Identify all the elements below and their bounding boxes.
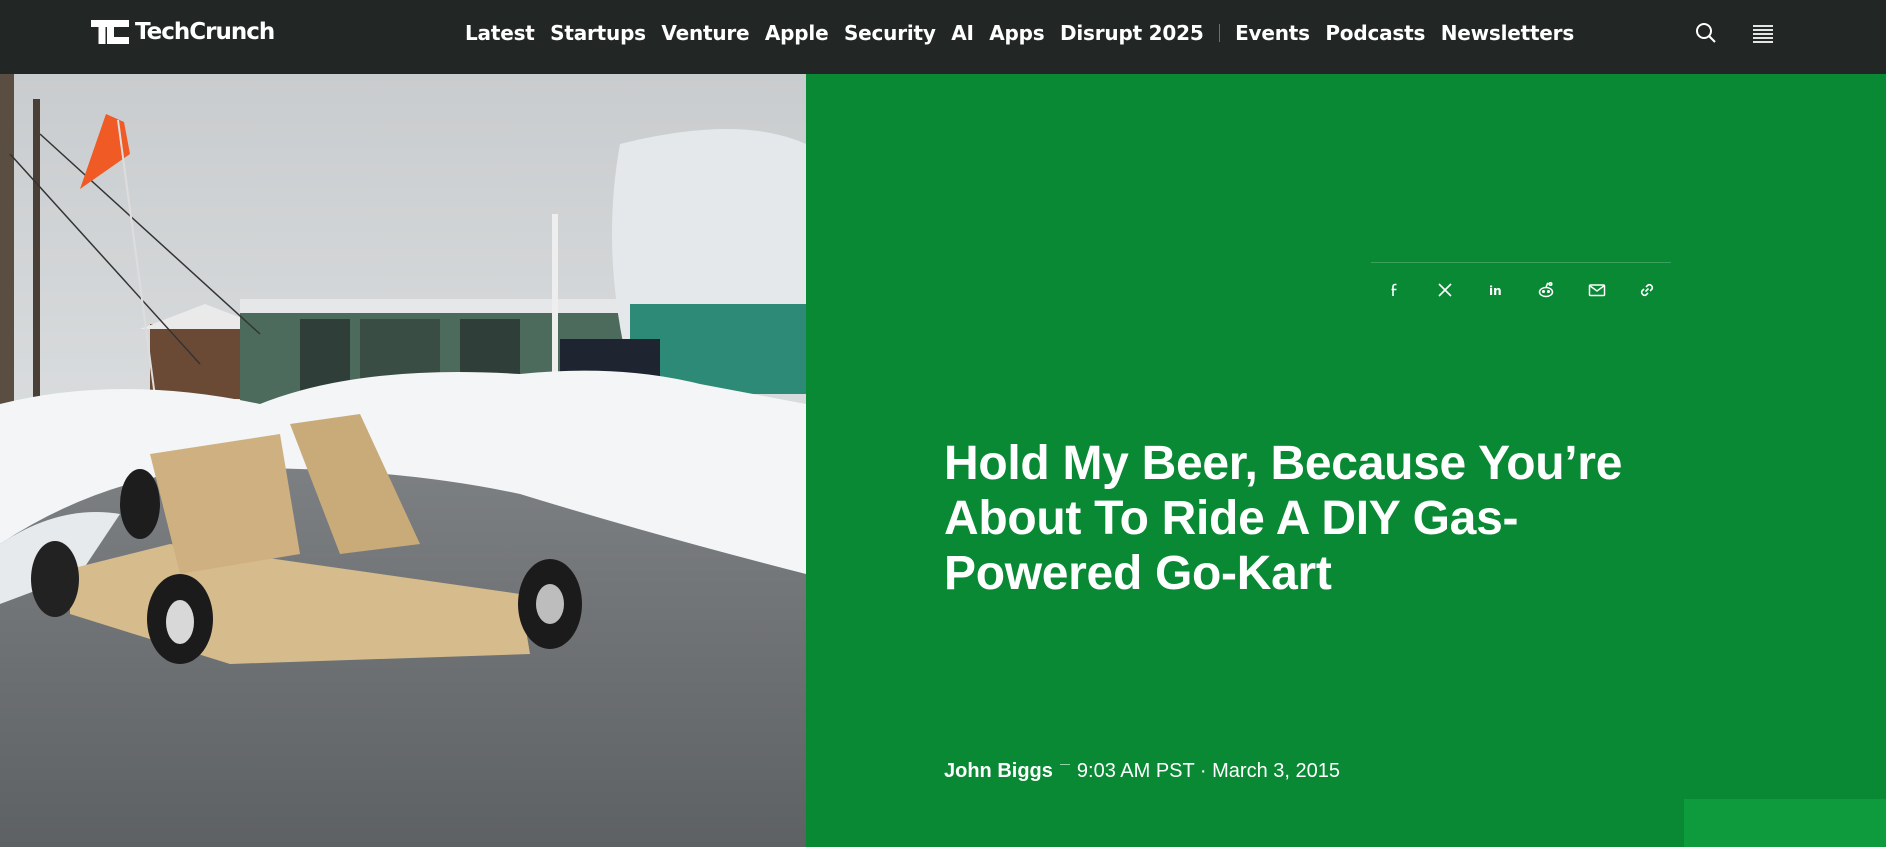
nav-item-podcasts[interactable]: Podcasts — [1325, 21, 1425, 45]
techcrunch-logo[interactable]: TechCrunch — [91, 18, 275, 46]
nav-item-apps[interactable]: Apps — [989, 21, 1044, 45]
go-kart-photo — [0, 74, 806, 847]
byline: John Biggs 9:03 AM PST · March 3, 2015 — [944, 760, 1340, 783]
author-link[interactable]: John Biggs — [944, 760, 1053, 783]
byline-divider — [1059, 764, 1070, 765]
nav-item-latest[interactable]: Latest — [465, 21, 535, 45]
linkedin-icon[interactable]: in — [1485, 279, 1507, 301]
search-icon[interactable] — [1693, 20, 1719, 46]
email-icon[interactable] — [1586, 279, 1608, 301]
nav-item-disrupt[interactable]: Disrupt 2025 — [1060, 21, 1204, 45]
nav-item-ai[interactable]: AI — [951, 21, 974, 45]
site-header: TechCrunch Latest Startups Venture Apple… — [0, 0, 1886, 74]
article-title: Hold My Beer, Because You’re About To Ri… — [944, 437, 1623, 600]
facebook-icon[interactable] — [1384, 279, 1406, 301]
nav-divider — [1219, 24, 1221, 42]
menu-icon[interactable] — [1750, 20, 1776, 46]
nav-item-startups[interactable]: Startups — [550, 21, 646, 45]
tc-logo-mark-icon — [91, 20, 129, 44]
svg-text:in: in — [1489, 284, 1502, 298]
logo-text: TechCrunch — [135, 19, 275, 45]
main-nav: Latest Startups Venture Apple Security A… — [465, 18, 1590, 48]
nav-item-security[interactable]: Security — [844, 21, 936, 45]
nav-item-venture[interactable]: Venture — [661, 21, 749, 45]
x-icon[interactable] — [1434, 279, 1456, 301]
reddit-icon[interactable] — [1535, 279, 1557, 301]
link-icon[interactable] — [1636, 279, 1658, 301]
publish-datetime: 9:03 AM PST · March 3, 2015 — [1076, 760, 1340, 782]
featured-image — [0, 74, 806, 847]
nav-item-events[interactable]: Events — [1235, 21, 1310, 45]
share-bar: in — [1371, 262, 1671, 301]
corner-accent — [1684, 799, 1886, 847]
nav-item-apple[interactable]: Apple — [765, 21, 829, 45]
nav-item-newsletters[interactable]: Newsletters — [1441, 21, 1575, 45]
